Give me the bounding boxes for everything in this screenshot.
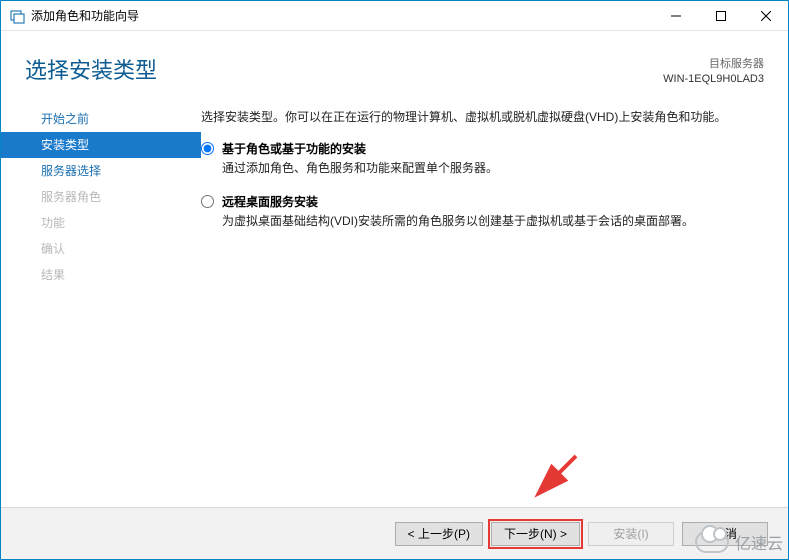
cancel-button[interactable]: 取消: [682, 522, 768, 546]
window-controls: [653, 1, 788, 30]
step-installation-type[interactable]: 安装类型: [1, 132, 201, 158]
option-rds-title: 远程桌面服务安装: [222, 193, 760, 210]
step-before-you-begin[interactable]: 开始之前: [1, 106, 201, 132]
target-server-box: 目标服务器 WIN-1EQL9H0LAD3: [663, 53, 764, 88]
footer: < 上一步(P) 下一步(N) > 安装(I) 取消: [1, 507, 788, 559]
sidebar: 开始之前 安装类型 服务器选择 服务器角色 功能 确认 结果: [1, 98, 201, 507]
option-role-based-title: 基于角色或基于功能的安装: [222, 140, 760, 157]
page-title: 选择安装类型: [25, 53, 663, 85]
step-results: 结果: [1, 262, 201, 288]
option-rds-desc: 为虚拟桌面基础结构(VDI)安装所需的角色服务以创建基于虚拟机或基于会话的桌面部…: [222, 212, 760, 230]
body: 开始之前 安装类型 服务器选择 服务器角色 功能 确认 结果 选择安装类型。你可…: [1, 98, 788, 507]
option-rds-radio[interactable]: [201, 195, 214, 208]
header: 选择安装类型 目标服务器 WIN-1EQL9H0LAD3: [1, 31, 788, 98]
window-title: 添加角色和功能向导: [31, 7, 653, 24]
maximize-button[interactable]: [698, 1, 743, 30]
instruction-text: 选择安装类型。你可以在正在运行的物理计算机、虚拟机或脱机虚拟硬盘(VHD)上安装…: [201, 108, 760, 126]
close-button[interactable]: [743, 1, 788, 30]
option-role-based-radio[interactable]: [201, 142, 214, 155]
titlebar: 添加角色和功能向导: [1, 1, 788, 31]
wizard-window: 添加角色和功能向导 选择安装类型 目标服务器 WIN-1EQL9H0LAD3: [0, 0, 789, 560]
step-confirmation: 确认: [1, 236, 201, 262]
next-button[interactable]: 下一步(N) >: [491, 522, 580, 546]
previous-button[interactable]: < 上一步(P): [395, 522, 483, 546]
minimize-button[interactable]: [653, 1, 698, 30]
target-server-label: 目标服务器: [663, 57, 764, 72]
step-server-roles: 服务器角色: [1, 184, 201, 210]
option-rds[interactable]: 远程桌面服务安装 为虚拟桌面基础结构(VDI)安装所需的角色服务以创建基于虚拟机…: [201, 193, 760, 230]
step-features: 功能: [1, 210, 201, 236]
content: 选择安装类型。你可以在正在运行的物理计算机、虚拟机或脱机虚拟硬盘(VHD)上安装…: [201, 98, 788, 507]
option-role-based[interactable]: 基于角色或基于功能的安装 通过添加角色、角色服务和功能来配置单个服务器。: [201, 140, 760, 177]
install-button: 安装(I): [588, 522, 674, 546]
step-server-selection[interactable]: 服务器选择: [1, 158, 201, 184]
option-role-based-desc: 通过添加角色、角色服务和功能来配置单个服务器。: [222, 159, 760, 177]
target-server-name: WIN-1EQL9H0LAD3: [663, 72, 764, 87]
app-icon: [9, 8, 25, 24]
